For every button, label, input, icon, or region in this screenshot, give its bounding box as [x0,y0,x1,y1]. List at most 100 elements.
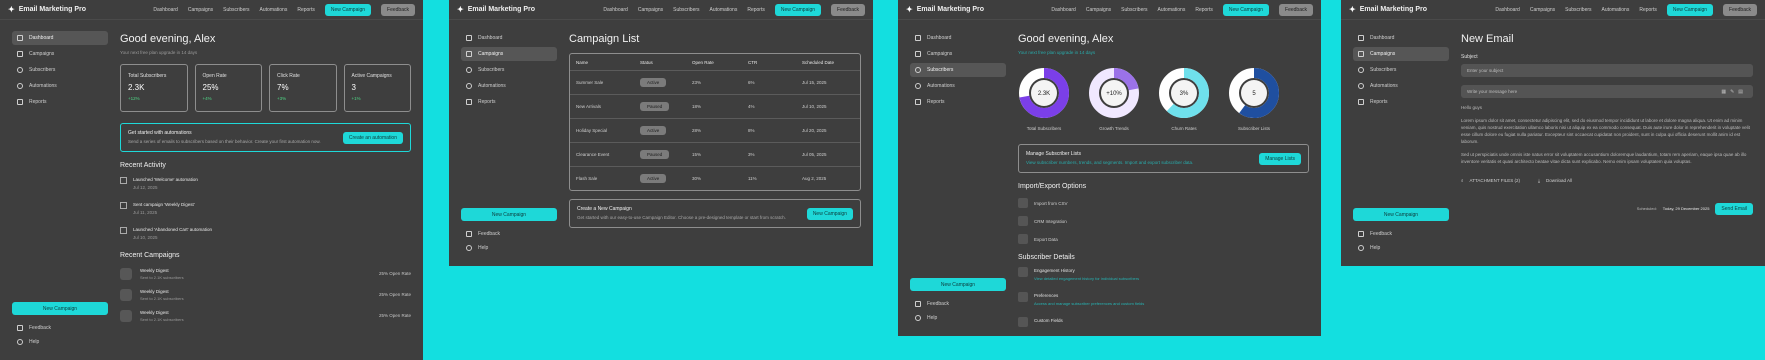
sidebar-help[interactable]: Help [910,311,1006,325]
activity-item: Sent campaign 'Weekly Digest' Jul 11, 202… [120,200,411,225]
sidebar-item-campaigns[interactable]: Campaigns [1353,47,1449,61]
sidebar-new-campaign-button[interactable]: New Campaign [910,278,1006,291]
sidebar-feedback[interactable]: Feedback [910,297,1006,311]
sidebar-new-campaign-button[interactable]: New Campaign [12,302,108,315]
manage-lists-button[interactable]: Manage Lists [1259,152,1301,165]
sidebar-item-campaigns[interactable]: Campaigns [461,47,557,61]
sidebar-item-automations[interactable]: Automations [1353,79,1449,93]
sidebar-item-reports[interactable]: Reports [461,95,557,109]
nav-reports[interactable]: Reports [747,7,765,13]
sidebar-item-dashboard[interactable]: Dashboard [461,31,557,45]
create-automation-button[interactable]: Create an automation [342,131,403,144]
campaign-row[interactable]: Weekly Digest Sent to 2.1K subscribers 25%… [120,263,411,284]
import-export-list: Import from CSV CRM Integration Export D… [1018,194,1309,248]
nav-automations[interactable]: Automations [1158,7,1186,13]
brand[interactable]: ✦ Email Marketing Pro [8,5,86,14]
table-row[interactable]: Flash Sale Active 30% 11% Aug 2, 2025 [570,166,860,190]
new-campaign-button[interactable]: New Campaign [324,3,372,16]
sidebar-feedback[interactable]: Feedback [461,227,557,241]
crm-integration-option[interactable]: CRM Integration [1018,212,1309,230]
nav-reports[interactable]: Reports [1195,7,1213,13]
nav-dashboard[interactable]: Dashboard [1051,7,1075,13]
import-csv-option[interactable]: Import from CSV [1018,194,1309,212]
nav-automations[interactable]: Automations [260,7,288,13]
table-row[interactable]: Clearance Event Paused 15% 3% Jul 05, 2025 [570,142,860,166]
attachment-files[interactable]: ⌕ ATTACHMENT FILES (2) [1461,178,1520,183]
sidebar-new-campaign-button[interactable]: New Campaign [461,208,557,221]
nav-subscribers[interactable]: Subscribers [223,7,249,13]
brand[interactable]: ✦ Email Marketing Pro [906,5,984,14]
nav-subscribers[interactable]: Subscribers [1121,7,1147,13]
logo-icon: ✦ [8,5,15,14]
sidebar-new-campaign-button[interactable]: New Campaign [1353,208,1449,221]
help-icon [17,339,23,345]
detail-engagement-history[interactable]: Engagement History View detailed engageme… [1018,267,1309,292]
sidebar-item-subscribers[interactable]: Subscribers [12,63,108,77]
sidebar-item-automations[interactable]: Automations [12,79,108,93]
new-campaign-button[interactable]: New Campaign [1666,3,1714,16]
table-row[interactable]: Holiday Special Active 28% 8% Jul 20, 2025 [570,118,860,142]
table-row[interactable]: Summer Sale Active 23% 6% Jul 15, 2025 [570,70,860,94]
sidebar-feedback[interactable]: Feedback [12,321,108,335]
sidebar-help[interactable]: Help [461,241,557,255]
sidebar-item-automations[interactable]: Automations [910,79,1006,93]
brand[interactable]: ✦ Email Marketing Pro [457,5,535,14]
sidebar-item-dashboard[interactable]: Dashboard [1353,31,1449,45]
download-all-link[interactable]: ⤓ Download All [1538,178,1572,183]
sidebar-item-automations[interactable]: Automations [461,79,557,93]
message-input[interactable]: Write your message here ▦✎▤ [1461,85,1753,98]
stat-card-click-rate: Click Rate 7% +3% [269,64,337,112]
sidebar-item-dashboard[interactable]: Dashboard [910,31,1006,45]
campaign-row[interactable]: Weekly Digest Sent to 2.1K subscribers 25%… [120,305,411,326]
nav-campaigns[interactable]: Campaigns [638,7,663,13]
donut-value: +10% [1106,91,1122,97]
donut-subscriber-lists: 5 Subscriber Lists [1228,67,1280,131]
new-campaign-button[interactable]: New Campaign [774,3,822,16]
status-badge: Active [640,174,667,183]
nav-campaigns[interactable]: Campaigns [1086,7,1111,13]
nav-campaigns[interactable]: Campaigns [1530,7,1555,13]
feedback-button[interactable]: Feedback [1279,3,1313,16]
nav-reports[interactable]: Reports [297,7,315,13]
feedback-button[interactable]: Feedback [1723,3,1757,16]
create-campaign-button[interactable]: New Campaign [806,207,853,220]
document-icon [915,99,921,105]
campaign-row[interactable]: Weekly Digest Sent to 2.1K subscribers 25%… [120,284,411,305]
activity-icon [120,177,127,185]
nav-dashboard[interactable]: Dashboard [603,7,627,13]
sidebar-item-subscribers[interactable]: Subscribers [910,63,1006,77]
sidebar-item-reports[interactable]: Reports [12,95,108,109]
nav-subscribers[interactable]: Subscribers [673,7,699,13]
feedback-button[interactable]: Feedback [831,3,865,16]
grid-icon [1358,35,1364,41]
new-campaign-button[interactable]: New Campaign [1222,3,1270,16]
nav-dashboard[interactable]: Dashboard [153,7,177,13]
detail-preferences[interactable]: Preferences Access and manage subscriber … [1018,292,1309,317]
editor-toolbar-icons[interactable]: ▦✎▤ [1721,89,1747,95]
table-row[interactable]: New Arrivals Paused 18% 4% Jul 10, 2025 [570,94,860,118]
detail-custom-fields[interactable]: Custom Fields [1018,317,1309,336]
feedback-button[interactable]: Feedback [381,3,415,16]
nav-reports[interactable]: Reports [1639,7,1657,13]
nav-dashboard[interactable]: Dashboard [1495,7,1519,13]
sidebar-help[interactable]: Help [12,335,108,349]
sidebar-item-subscribers[interactable]: Subscribers [1353,63,1449,77]
donut-chart: 3% [1159,68,1209,118]
metric-donuts: 2.3K Total Subscribers +10% Growth Trend… [1018,67,1309,131]
sidebar-help[interactable]: Help [1353,241,1449,255]
brand[interactable]: ✦ Email Marketing Pro [1349,5,1427,14]
subject-input[interactable]: Enter your subject [1461,64,1753,77]
nav-automations[interactable]: Automations [1602,7,1630,13]
sidebar-item-reports[interactable]: Reports [910,95,1006,109]
sidebar-item-reports[interactable]: Reports [1353,95,1449,109]
sidebar-item-campaigns[interactable]: Campaigns [910,47,1006,61]
nav-automations[interactable]: Automations [710,7,738,13]
sidebar-item-subscribers[interactable]: Subscribers [461,63,557,77]
nav-campaigns[interactable]: Campaigns [188,7,213,13]
send-email-button[interactable]: Send Email [1715,202,1753,215]
sidebar-item-dashboard[interactable]: Dashboard [12,31,108,45]
nav-subscribers[interactable]: Subscribers [1565,7,1591,13]
sidebar-item-campaigns[interactable]: Campaigns [12,47,108,61]
export-data-option[interactable]: Export Data [1018,230,1309,248]
sidebar-feedback[interactable]: Feedback [1353,227,1449,241]
